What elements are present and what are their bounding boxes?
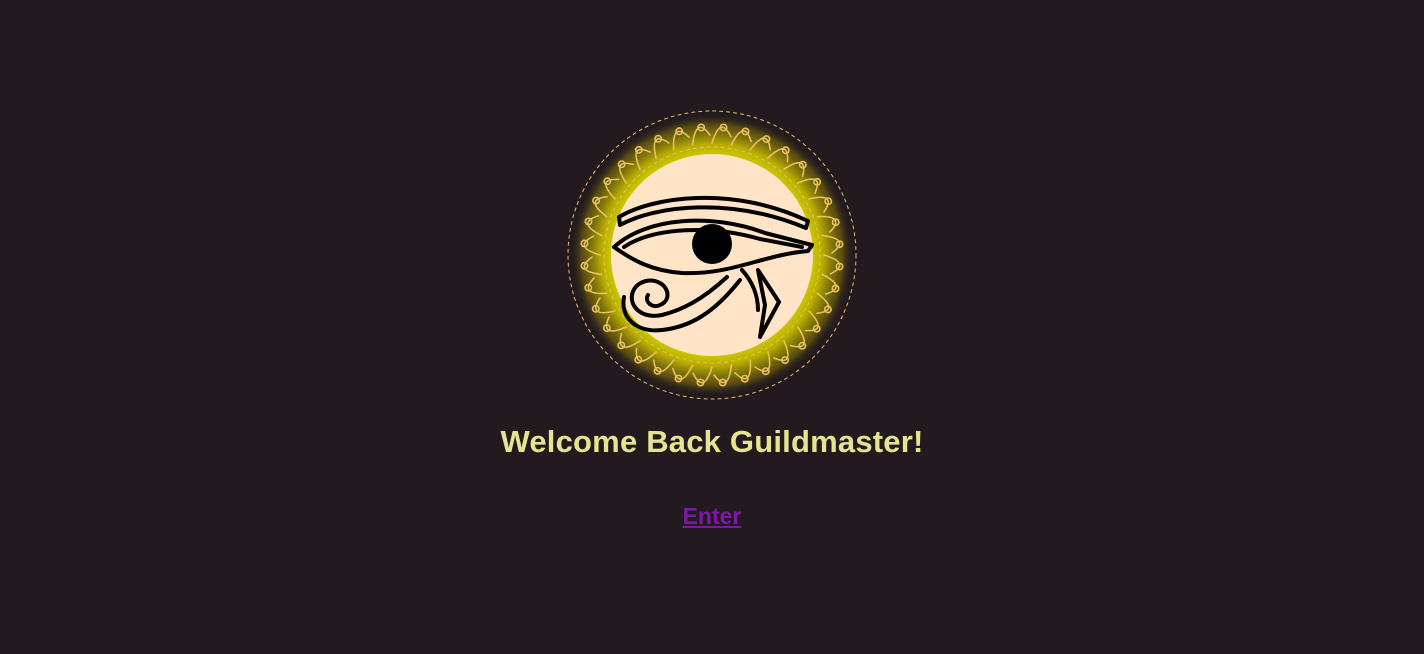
enter-link[interactable]: Enter xyxy=(683,503,742,529)
welcome-title: Welcome Back Guildmaster! xyxy=(500,424,924,459)
enter-link-container: Enter xyxy=(0,503,1424,530)
eye-of-horus-icon xyxy=(567,110,857,400)
guild-emblem xyxy=(562,105,862,405)
